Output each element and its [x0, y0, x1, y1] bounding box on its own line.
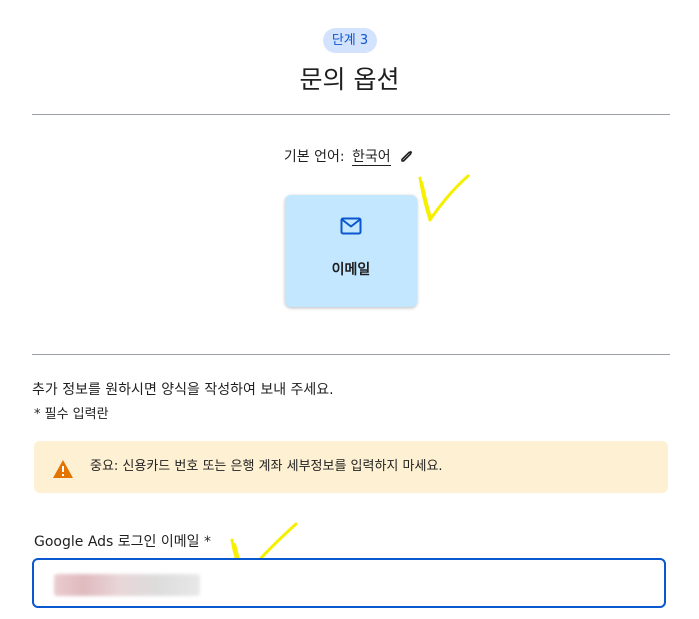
required-note: * 필수 입력란 [34, 407, 109, 422]
mail-icon [340, 217, 362, 235]
annotation-check-icon [418, 174, 470, 222]
language-row: 기본 언어: 한국어 [0, 146, 699, 168]
top-divider [32, 114, 670, 115]
warning-icon [52, 459, 74, 479]
step-badge: 단계 3 [323, 28, 377, 53]
warning-text: 중요: 신용카드 번호 또는 은행 계좌 세부정보를 입력하지 마세요. [90, 459, 443, 474]
email-field-label: Google Ads 로그인 이메일 * [34, 534, 211, 550]
language-value[interactable]: 한국어 [352, 149, 391, 166]
pencil-icon[interactable] [399, 148, 415, 164]
redacted-email-value [54, 574, 200, 596]
email-option-card[interactable]: 이메일 [285, 195, 417, 307]
contact-options-page: 단계 3 문의 옵션 기본 언어: 한국어 이메일 추가 정보를 원하시면 양식… [0, 0, 699, 619]
form-info-text: 추가 정보를 원하시면 양식을 작성하여 보내 주세요. [32, 382, 334, 398]
language-prefix: 기본 언어: [283, 149, 345, 165]
helper-text-clipped [34, 612, 174, 619]
warning-banner: 중요: 신용카드 번호 또는 은행 계좌 세부정보를 입력하지 마세요. [34, 441, 668, 493]
email-option-label: 이메일 [331, 262, 371, 278]
middle-divider [32, 354, 670, 355]
page-title: 문의 옵션 [299, 65, 400, 94]
